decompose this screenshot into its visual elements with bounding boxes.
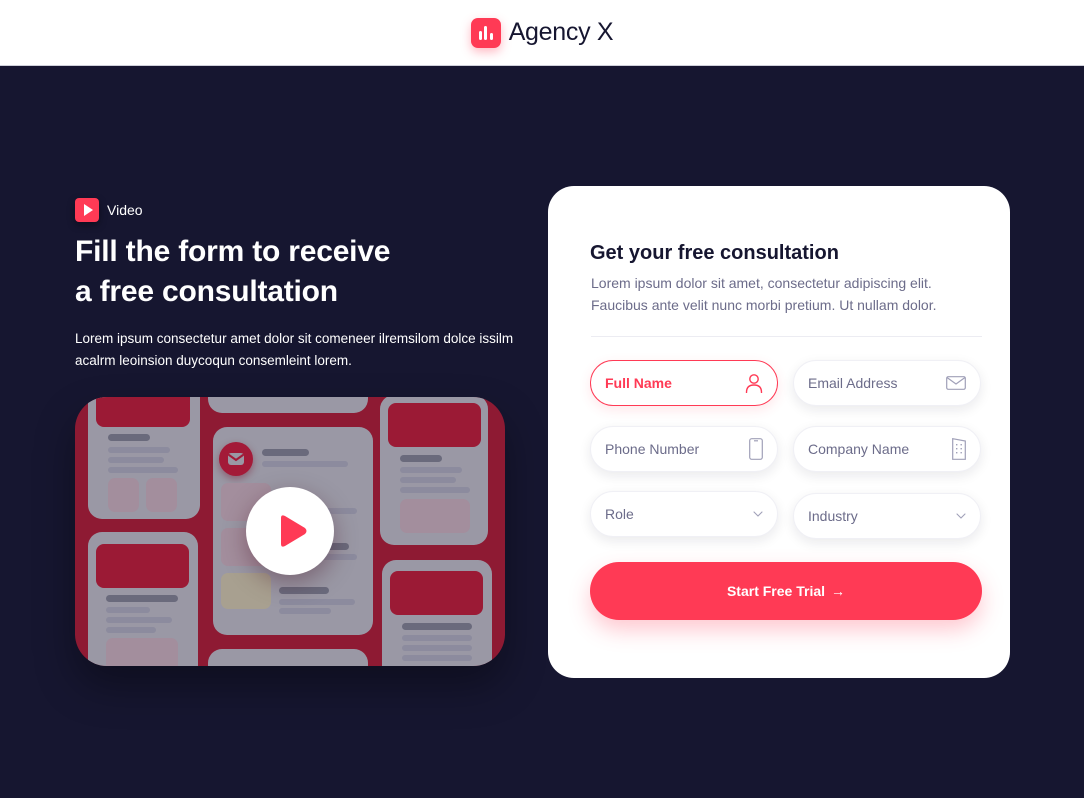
mock-card bbox=[88, 397, 200, 519]
play-icon bbox=[75, 198, 99, 222]
play-button[interactable] bbox=[246, 487, 334, 575]
mock-card-banner bbox=[388, 403, 481, 447]
mock-line bbox=[279, 599, 355, 605]
mock-tile bbox=[400, 499, 470, 533]
form-description: Lorem ipsum dolor sit amet, consectetur … bbox=[591, 275, 937, 313]
mock-line bbox=[108, 457, 164, 463]
industry-select[interactable]: Industry bbox=[793, 493, 981, 539]
phone-icon bbox=[749, 438, 763, 460]
form-title: Get your free consultation bbox=[590, 242, 839, 264]
envelope-icon bbox=[946, 376, 966, 390]
mock-line bbox=[106, 595, 178, 602]
bar-chart-icon bbox=[470, 17, 501, 48]
phone-field[interactable]: Phone Number bbox=[590, 426, 778, 472]
role-select[interactable]: Role bbox=[590, 491, 778, 537]
mock-line bbox=[106, 627, 156, 633]
mock-card bbox=[380, 397, 488, 545]
start-free-trial-label: Start Free Trial bbox=[726, 583, 826, 599]
chevron-down-icon bbox=[956, 513, 966, 519]
mock-line bbox=[402, 655, 472, 661]
email-placeholder: Email Address bbox=[808, 375, 898, 391]
mock-card-banner bbox=[96, 544, 189, 588]
mock-line bbox=[400, 487, 470, 493]
role-selected-value: Role bbox=[605, 506, 634, 522]
full-name-placeholder: Full Name bbox=[605, 375, 672, 391]
play-icon bbox=[281, 515, 307, 547]
mock-card bbox=[208, 397, 368, 413]
mail-icon bbox=[219, 442, 253, 476]
top-bar: Agency X bbox=[0, 0, 1084, 66]
video-tag-label: Video bbox=[107, 202, 143, 218]
headline-line-1: Fill the form to receive bbox=[75, 235, 391, 268]
start-free-trial-button[interactable]: Start Free Trial → bbox=[590, 562, 982, 620]
mock-line bbox=[402, 635, 472, 641]
mock-tile bbox=[221, 573, 271, 609]
full-name-field[interactable]: Full Name bbox=[590, 360, 778, 406]
video-tag: Video bbox=[75, 198, 515, 222]
mock-line bbox=[279, 608, 331, 614]
mock-line bbox=[106, 617, 172, 623]
company-placeholder: Company Name bbox=[808, 441, 910, 457]
arrow-right-icon: → bbox=[831, 583, 846, 599]
building-icon bbox=[952, 438, 966, 460]
video-thumbnail[interactable] bbox=[75, 397, 505, 666]
mock-line bbox=[279, 587, 329, 594]
mock-line bbox=[108, 447, 170, 453]
mock-line bbox=[262, 449, 309, 456]
brand-name: Agency X bbox=[508, 18, 614, 46]
mock-line bbox=[108, 434, 150, 441]
hero-lead-text: Lorem ipsum consectetur amet dolor sit c… bbox=[75, 331, 514, 368]
mock-card-banner bbox=[390, 571, 483, 615]
mock-tile bbox=[146, 478, 177, 512]
mock-line bbox=[400, 477, 456, 483]
mock-tile bbox=[106, 638, 178, 666]
consultation-form: Get your free consultation Lorem ipsum d… bbox=[548, 186, 1010, 678]
mock-card bbox=[88, 532, 198, 666]
mock-card-banner bbox=[96, 397, 190, 427]
headline-line-2: a free consultation bbox=[75, 275, 338, 308]
mock-tile bbox=[108, 478, 139, 512]
page-headline: Fill the form to receive a free consulta… bbox=[75, 232, 515, 312]
mock-line bbox=[402, 623, 472, 630]
mock-card bbox=[382, 560, 492, 666]
company-field[interactable]: Company Name bbox=[793, 426, 981, 472]
hero-section: Video Fill the form to receive a free co… bbox=[75, 198, 515, 372]
mock-line bbox=[108, 467, 178, 473]
phone-placeholder: Phone Number bbox=[605, 441, 700, 457]
user-icon bbox=[745, 373, 763, 393]
mock-line bbox=[400, 467, 462, 473]
mock-card bbox=[208, 649, 368, 666]
industry-selected-value: Industry bbox=[808, 508, 858, 524]
mock-line bbox=[400, 455, 442, 462]
form-divider bbox=[591, 336, 982, 337]
mock-line bbox=[262, 461, 348, 467]
mock-line bbox=[402, 645, 472, 651]
mock-line bbox=[106, 607, 150, 613]
brand-logo[interactable]: Agency X bbox=[470, 17, 614, 48]
chevron-down-icon bbox=[753, 511, 763, 517]
email-field[interactable]: Email Address bbox=[793, 360, 981, 406]
